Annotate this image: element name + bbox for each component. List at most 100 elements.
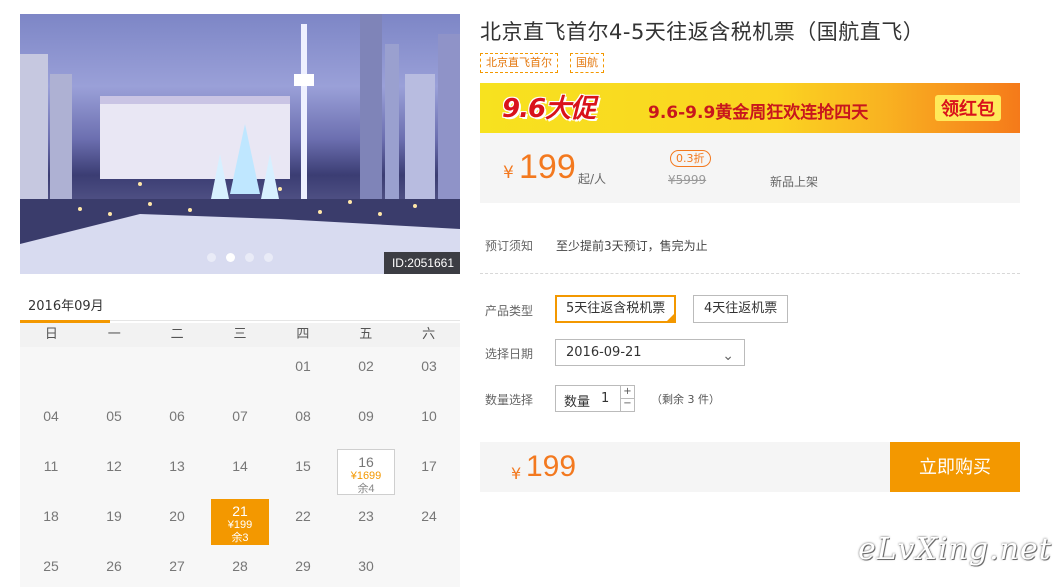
weekday-label: 五 bbox=[359, 327, 373, 342]
quantity-stepper[interactable]: 数量 1 + − bbox=[555, 385, 635, 412]
calendar-day-price: ¥1699 bbox=[350, 469, 382, 482]
calendar-day: 26 bbox=[85, 549, 143, 587]
calendar-day-number: 18 bbox=[43, 508, 59, 524]
notice-label: 预订须知 bbox=[485, 239, 534, 253]
calendar-day: 19 bbox=[85, 499, 143, 545]
calendar-day-number: 04 bbox=[43, 408, 59, 424]
notice-text: 至少提前3天预订，售完为止 bbox=[556, 239, 708, 253]
calendar-day-number: 08 bbox=[295, 408, 311, 424]
price-unit: 起/人 bbox=[578, 172, 607, 186]
calendar-day: 06 bbox=[148, 399, 206, 445]
calendar-day: 23 bbox=[337, 499, 395, 545]
calendar-day: 22 bbox=[274, 499, 332, 545]
calendar-divider bbox=[110, 320, 460, 321]
calendar-day: 09 bbox=[337, 399, 395, 445]
calendar-day-number: 02 bbox=[358, 358, 374, 374]
calendar-day: 01 bbox=[274, 349, 332, 395]
calendar-day-number: 01 bbox=[295, 358, 311, 374]
calendar-day: 24 bbox=[400, 499, 458, 545]
weekday-label: 二 bbox=[170, 327, 184, 342]
calendar-day-number: 03 bbox=[421, 358, 437, 374]
calendar-day: 07 bbox=[211, 399, 269, 445]
calendar-day: 25 bbox=[22, 549, 80, 587]
calendar-month-tab[interactable]: 2016年09月 bbox=[20, 290, 110, 323]
calendar-day-number: 30 bbox=[358, 558, 374, 574]
quantity-value[interactable]: 1 bbox=[601, 391, 609, 406]
stock-remaining: （剩余 3 件） bbox=[651, 393, 720, 406]
discount-badge: 0.3折 bbox=[670, 150, 711, 167]
product-title: 北京直飞首尔4-5天往返含税机票（国航直飞） bbox=[480, 20, 925, 44]
calendar-day: 02 bbox=[337, 349, 395, 395]
calendar-day-remaining: 余3 bbox=[231, 531, 249, 544]
product-type-label: 产品类型 bbox=[485, 304, 534, 318]
calendar-day: 29 bbox=[274, 549, 332, 587]
calendar-day: 13 bbox=[148, 449, 206, 495]
calendar-day: 11 bbox=[22, 449, 80, 495]
product-tags: 北京直飞首尔 国航 bbox=[480, 53, 604, 73]
calendar-day: 30 bbox=[337, 549, 395, 587]
carousel-dot[interactable] bbox=[264, 253, 273, 262]
calendar-day: 17 bbox=[400, 449, 458, 495]
price-panel: ¥ 199 起/人 0.3折 ¥5999 新品上架 bbox=[480, 133, 1020, 203]
calendar-day-number: 22 bbox=[295, 508, 311, 524]
calendar-day: 18 bbox=[22, 499, 80, 545]
quantity-label: 数量选择 bbox=[485, 393, 534, 407]
weekday-label: 日 bbox=[44, 327, 58, 342]
site-watermark: eLvXing.net bbox=[858, 532, 1052, 567]
new-arrival-label: 新品上架 bbox=[770, 175, 819, 189]
calendar-day-number: 29 bbox=[295, 558, 311, 574]
original-price: ¥5999 bbox=[668, 173, 707, 187]
calendar-day: 03 bbox=[400, 349, 458, 395]
calendar-day: 28 bbox=[211, 549, 269, 587]
calendar-day-available[interactable]: 16 ¥1699 余4 bbox=[337, 449, 395, 495]
calendar-day: 27 bbox=[148, 549, 206, 587]
weekday-label: 四 bbox=[296, 327, 310, 342]
calendar-day: 14 bbox=[211, 449, 269, 495]
calendar-day-number: 15 bbox=[295, 458, 311, 474]
calendar-day-number: 14 bbox=[232, 458, 248, 474]
carousel-dot-active[interactable] bbox=[226, 253, 235, 262]
calendar-day: 20 bbox=[148, 499, 206, 545]
price-currency: ¥ bbox=[503, 163, 514, 183]
date-label: 选择日期 bbox=[485, 347, 534, 361]
calendar-day: 10 bbox=[400, 399, 458, 445]
buy-now-button[interactable]: 立即购买 bbox=[890, 442, 1020, 492]
option-5-day-ticket[interactable]: 5天往返含税机票 bbox=[555, 295, 677, 323]
calendar-day-number: 24 bbox=[421, 508, 437, 524]
product-photo-illustration bbox=[20, 14, 460, 274]
total-currency: ¥ bbox=[511, 464, 522, 483]
product-photo[interactable]: ID:2051661 bbox=[20, 14, 460, 274]
promo-banner[interactable]: 9.6大促 9.6-9.9黄金周狂欢连抢四天 领红包 bbox=[480, 83, 1020, 133]
carousel-dot[interactable] bbox=[207, 253, 216, 262]
quantity-text: 数量 bbox=[564, 395, 591, 410]
calendar-day-number: 11 bbox=[43, 458, 59, 474]
calendar-day-number: 06 bbox=[169, 408, 185, 424]
calendar-day: 08 bbox=[274, 399, 332, 445]
calendar-day-number: 13 bbox=[169, 458, 185, 474]
weekday-label: 六 bbox=[422, 327, 436, 342]
calendar-day-remaining: 余4 bbox=[357, 482, 375, 495]
calendar-day-number: 26 bbox=[106, 558, 122, 574]
promo-logo: 9.6大促 bbox=[502, 94, 596, 124]
photo-id-badge: ID:2051661 bbox=[383, 252, 460, 274]
total-price: 199 bbox=[526, 450, 577, 483]
calendar-weekday-header: 日一二三四五六 bbox=[20, 323, 460, 347]
calendar-day: 15 bbox=[274, 449, 332, 495]
calendar-day-number: 23 bbox=[358, 508, 374, 524]
calendar-day-number: 28 bbox=[232, 558, 248, 574]
calendar-day-number: 09 bbox=[358, 408, 374, 424]
option-4-day-ticket[interactable]: 4天往返机票 bbox=[693, 295, 789, 323]
quantity-decrease-button[interactable]: − bbox=[620, 398, 634, 411]
date-select[interactable]: 2016-09-21 ⌄ bbox=[555, 339, 745, 366]
red-envelope-button[interactable]: 领红包 bbox=[935, 95, 1001, 121]
tag-route[interactable]: 北京直飞首尔 bbox=[480, 53, 558, 73]
calendar-day-number: 05 bbox=[106, 408, 122, 424]
calendar-day-selected[interactable]: 21 ¥199 余3 bbox=[211, 499, 269, 545]
calendar-day-number: 07 bbox=[232, 408, 248, 424]
calendar-day-number: 20 bbox=[169, 508, 185, 524]
carousel-dot[interactable] bbox=[245, 253, 254, 262]
tag-airline[interactable]: 国航 bbox=[570, 53, 604, 73]
calendar-day-number: 10 bbox=[421, 408, 437, 424]
promo-slogan: 9.6-9.9黄金周狂欢连抢四天 bbox=[648, 103, 869, 123]
calendar-day-number: 21 bbox=[232, 503, 248, 519]
